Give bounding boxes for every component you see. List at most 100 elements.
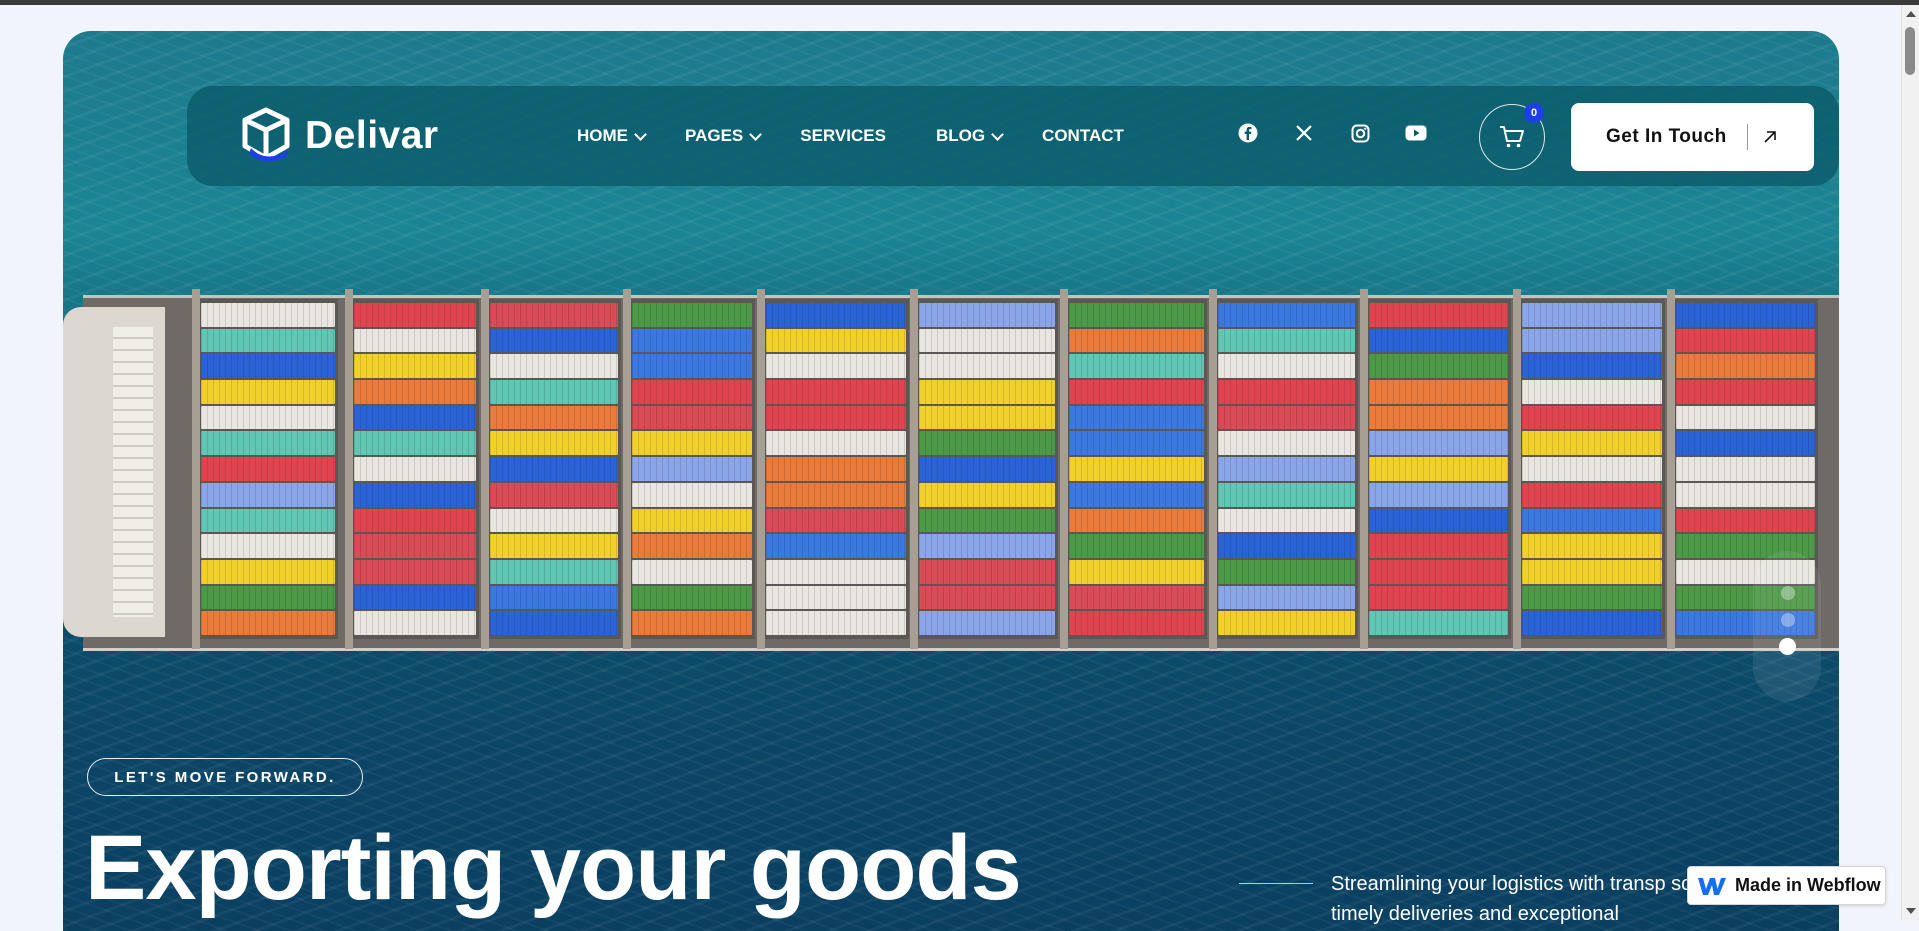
chevron-down-icon	[749, 127, 763, 141]
shipping-container	[1218, 559, 1355, 584]
hatch-separator	[1513, 289, 1521, 649]
hatch-separator	[345, 289, 353, 649]
shipping-container	[1069, 457, 1204, 481]
shipping-container	[919, 457, 1055, 481]
shipping-container	[354, 482, 476, 507]
shipping-container	[1676, 328, 1815, 353]
shipping-container	[490, 328, 618, 353]
shipping-container	[1218, 303, 1355, 327]
shipping-container	[1218, 328, 1355, 353]
shipping-container	[632, 354, 752, 379]
social-links	[1237, 122, 1427, 144]
shipping-container	[1218, 405, 1355, 430]
hatch-separator	[757, 289, 765, 649]
ship-bridge	[63, 307, 165, 637]
container-bay	[1066, 299, 1207, 639]
instagram-icon[interactable]	[1349, 122, 1371, 144]
shipping-container	[1369, 380, 1508, 404]
shipping-container	[490, 303, 618, 327]
shipping-container	[1069, 354, 1204, 379]
hatch-separator	[1667, 289, 1675, 649]
shipping-container	[1069, 534, 1204, 558]
scroll-down-arrow-icon[interactable]	[1906, 908, 1916, 914]
shipping-container	[919, 303, 1055, 327]
shipping-container	[354, 380, 476, 404]
scrollbar-thumb[interactable]	[1905, 27, 1915, 75]
container-ship-image	[63, 277, 1839, 661]
shipping-container	[201, 380, 335, 404]
made-in-webflow-badge[interactable]: Made in Webflow	[1687, 866, 1886, 905]
hero-section: Delivar HOME PAGES SERVICES BLOG CONTACT	[63, 31, 1839, 931]
shipping-container	[1369, 457, 1508, 481]
get-in-touch-button[interactable]: Get In Touch	[1571, 103, 1814, 171]
shipping-container	[766, 611, 906, 635]
shipping-container	[766, 534, 906, 558]
shipping-container	[919, 431, 1055, 456]
shipping-container	[1369, 611, 1508, 635]
shipping-container	[1369, 508, 1508, 533]
shipping-container	[1522, 611, 1662, 635]
shipping-container	[1369, 482, 1508, 507]
nav-item-blog[interactable]: BLOG	[936, 126, 1004, 146]
shipping-container	[1218, 482, 1355, 507]
cube-logo-icon	[237, 106, 295, 166]
shipping-container	[1676, 354, 1815, 379]
cta-divider	[1746, 124, 1748, 150]
arrow-up-right-icon	[1764, 131, 1776, 143]
youtube-icon[interactable]	[1405, 122, 1427, 144]
shipping-container	[1676, 457, 1815, 481]
shipping-container	[766, 585, 906, 610]
nav-item-home[interactable]: HOME	[577, 126, 647, 146]
nav-item-pages[interactable]: PAGES	[685, 126, 763, 146]
nav-item-services[interactable]: SERVICES	[800, 126, 886, 146]
shipping-container	[1069, 380, 1204, 404]
shipping-container	[632, 585, 752, 610]
shipping-container	[201, 482, 335, 507]
shipping-container	[1676, 482, 1815, 507]
shipping-container	[1069, 559, 1204, 584]
shipping-container	[1069, 431, 1204, 456]
shipping-container	[632, 431, 752, 456]
brand-name: Delivar	[305, 114, 439, 157]
slider-dot-1[interactable]	[1781, 586, 1795, 600]
shipping-container	[201, 559, 335, 584]
facebook-icon[interactable]	[1237, 122, 1259, 144]
slider-dot-2[interactable]	[1781, 613, 1795, 627]
shipping-container	[1369, 585, 1508, 610]
shipping-container	[201, 508, 335, 533]
shipping-container	[201, 585, 335, 610]
scroll-up-arrow-icon[interactable]	[1906, 11, 1916, 17]
hatch-separator	[1360, 289, 1368, 649]
shipping-container	[919, 354, 1055, 379]
shipping-container	[1522, 508, 1662, 533]
shipping-container	[632, 405, 752, 430]
shipping-container	[1676, 508, 1815, 533]
shipping-container	[766, 508, 906, 533]
shipping-container	[354, 354, 476, 379]
shipping-container	[919, 559, 1055, 584]
shipping-container	[1522, 431, 1662, 456]
hero-headline: Exporting your goods	[85, 817, 1022, 919]
shipping-container	[1522, 585, 1662, 610]
hero-tagline-badge: LET'S MOVE FORWARD.	[87, 758, 363, 796]
shipping-container	[1069, 303, 1204, 327]
cart-button[interactable]: 0	[1479, 103, 1545, 170]
page-scrollbar[interactable]	[1901, 5, 1919, 920]
shipping-container	[1069, 328, 1204, 353]
brand-logo[interactable]: Delivar	[237, 106, 439, 166]
shipping-container	[766, 482, 906, 507]
x-icon[interactable]	[1293, 122, 1315, 144]
shipping-container	[766, 431, 906, 456]
main-navbar: Delivar HOME PAGES SERVICES BLOG CONTACT	[187, 86, 1839, 186]
shipping-container	[1369, 405, 1508, 430]
shipping-container	[766, 303, 906, 327]
shipping-container	[1522, 303, 1662, 327]
shipping-container	[766, 457, 906, 481]
shipping-container	[632, 303, 752, 327]
nav-item-contact[interactable]: CONTACT	[1042, 126, 1124, 146]
hatch-separator	[1060, 289, 1068, 649]
shipping-container	[1218, 431, 1355, 456]
shipping-container	[1218, 354, 1355, 379]
shipping-container	[201, 328, 335, 353]
slider-dot-3[interactable]	[1779, 638, 1796, 655]
